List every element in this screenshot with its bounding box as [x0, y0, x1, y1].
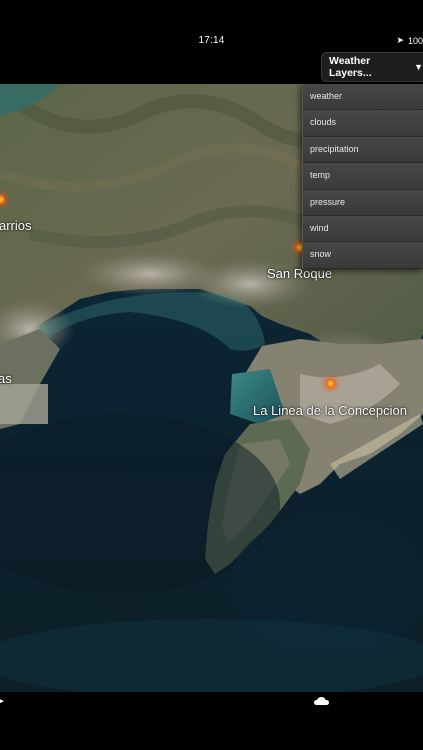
layer-option-temp[interactable]: temp	[303, 163, 423, 190]
status-indicators: ➤ 100	[396, 35, 423, 46]
location-arrow-icon: ➤	[396, 35, 404, 45]
layer-option-precipitation[interactable]: precipitation	[303, 136, 423, 164]
battery-percent: 100	[407, 35, 423, 46]
bottom-toolbar: ➤	[0, 692, 423, 750]
arrow-icon[interactable]: ➤	[0, 696, 5, 707]
layer-option-clouds[interactable]: clouds	[303, 110, 423, 137]
cloud-icon[interactable]	[313, 696, 331, 706]
layer-option-wind[interactable]: wind	[303, 215, 423, 243]
weather-marker-icon[interactable]	[326, 379, 335, 388]
weather-layers-label: Weather Layers...	[329, 55, 372, 79]
layer-option-pressure[interactable]: pressure	[303, 189, 423, 216]
weather-layers-button[interactable]: Weather Layers... ▼	[321, 52, 423, 82]
map-label-la-linea: La Linea de la Concepcion	[253, 403, 407, 418]
layer-option-snow[interactable]: snow	[303, 242, 423, 269]
map-label-algeciras: as	[0, 371, 12, 386]
caret-down-icon: ▼	[414, 62, 423, 72]
weather-layers-menu: weather clouds precipitation temp pressu…	[302, 84, 423, 269]
layer-option-weather[interactable]: weather	[303, 84, 423, 111]
status-time: 17:14	[198, 35, 225, 46]
map-label-barrios: arrios	[0, 218, 32, 233]
